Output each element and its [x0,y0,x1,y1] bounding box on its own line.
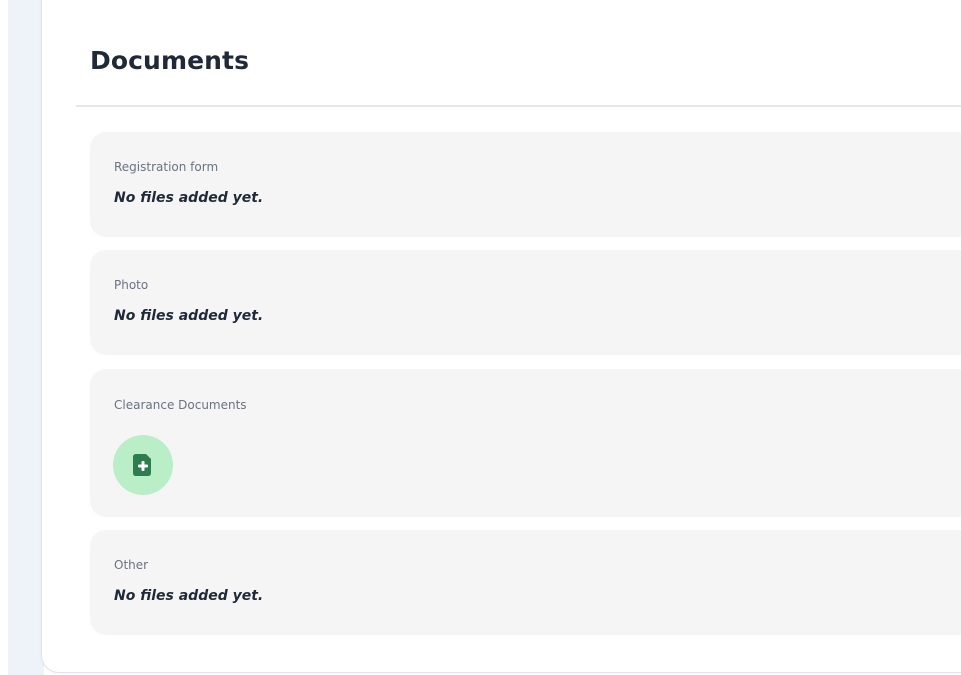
section-label: Clearance Documents [114,398,247,412]
add-file-button[interactable] [113,435,173,495]
title-divider [76,105,961,107]
section-clearance-documents: Clearance Documents [90,369,961,517]
section-other: Other No files added yet. [90,530,961,635]
file-plus-icon [133,454,151,476]
section-label: Photo [114,278,149,292]
section-registration-form: Registration form No files added yet. [90,132,961,237]
left-sidebar-strip [8,0,44,675]
section-photo: Photo No files added yet. [90,250,961,355]
empty-status-text: No files added yet. [114,588,264,604]
empty-status-text: No files added yet. [114,308,264,324]
section-label: Registration form [114,160,219,174]
empty-status-text: No files added yet. [114,190,264,206]
section-label: Other [114,558,149,572]
page-title: Documents [90,46,250,75]
